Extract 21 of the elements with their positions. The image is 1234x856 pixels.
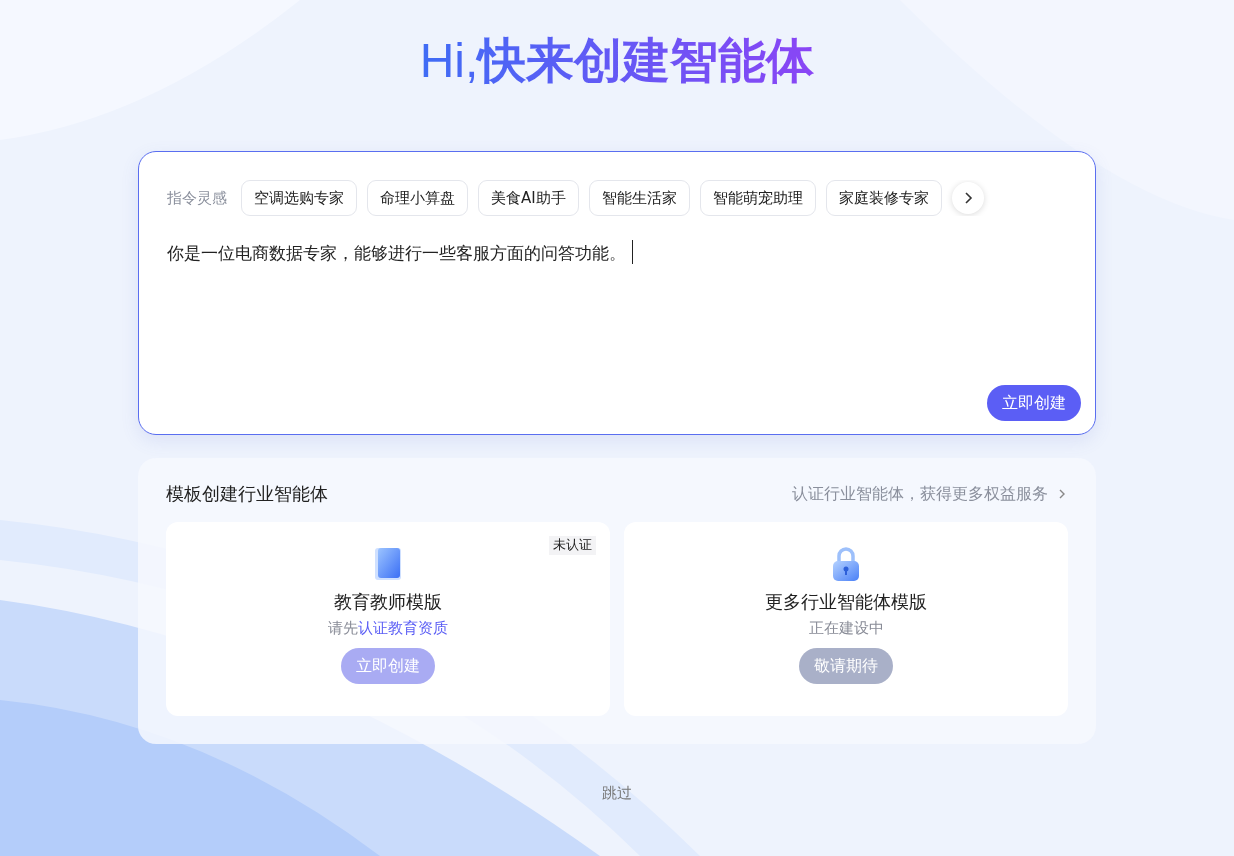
- suggestion-chip[interactable]: 智能生活家: [588, 180, 690, 216]
- padlock-icon: [830, 546, 862, 582]
- template-note: 请先认证教育资质: [328, 619, 448, 638]
- create-button[interactable]: 立即创建: [987, 385, 1081, 421]
- next-button[interactable]: [951, 182, 984, 214]
- suggestion-chip[interactable]: 空调选购专家: [241, 180, 357, 216]
- template-title: 教育教师模版: [334, 590, 442, 614]
- inspiration-label: 指令灵感: [167, 188, 227, 208]
- skip-link[interactable]: 跳过: [602, 784, 632, 803]
- suggestion-chip[interactable]: 家庭装修专家: [825, 180, 942, 216]
- template-note: 正在建设中: [808, 619, 884, 638]
- certify-link[interactable]: 认证教育资质: [358, 619, 448, 637]
- template-title: 更多行业智能体模版: [765, 590, 927, 614]
- text-caret: [632, 240, 633, 264]
- suggestion-chip[interactable]: 命理小算盘: [367, 180, 468, 216]
- suggestion-chip[interactable]: 美食AI助手: [478, 180, 579, 216]
- section-title: 模板创建行业智能体: [166, 482, 328, 506]
- prompt-field[interactable]: 你是一位电商数据专家，能够进行一些客服方面的问答功能。: [167, 240, 1081, 385]
- suggestion-chip[interactable]: 智能萌宠助理: [699, 180, 816, 216]
- book-icon: [372, 546, 404, 582]
- status-badge: 未认证: [549, 536, 596, 555]
